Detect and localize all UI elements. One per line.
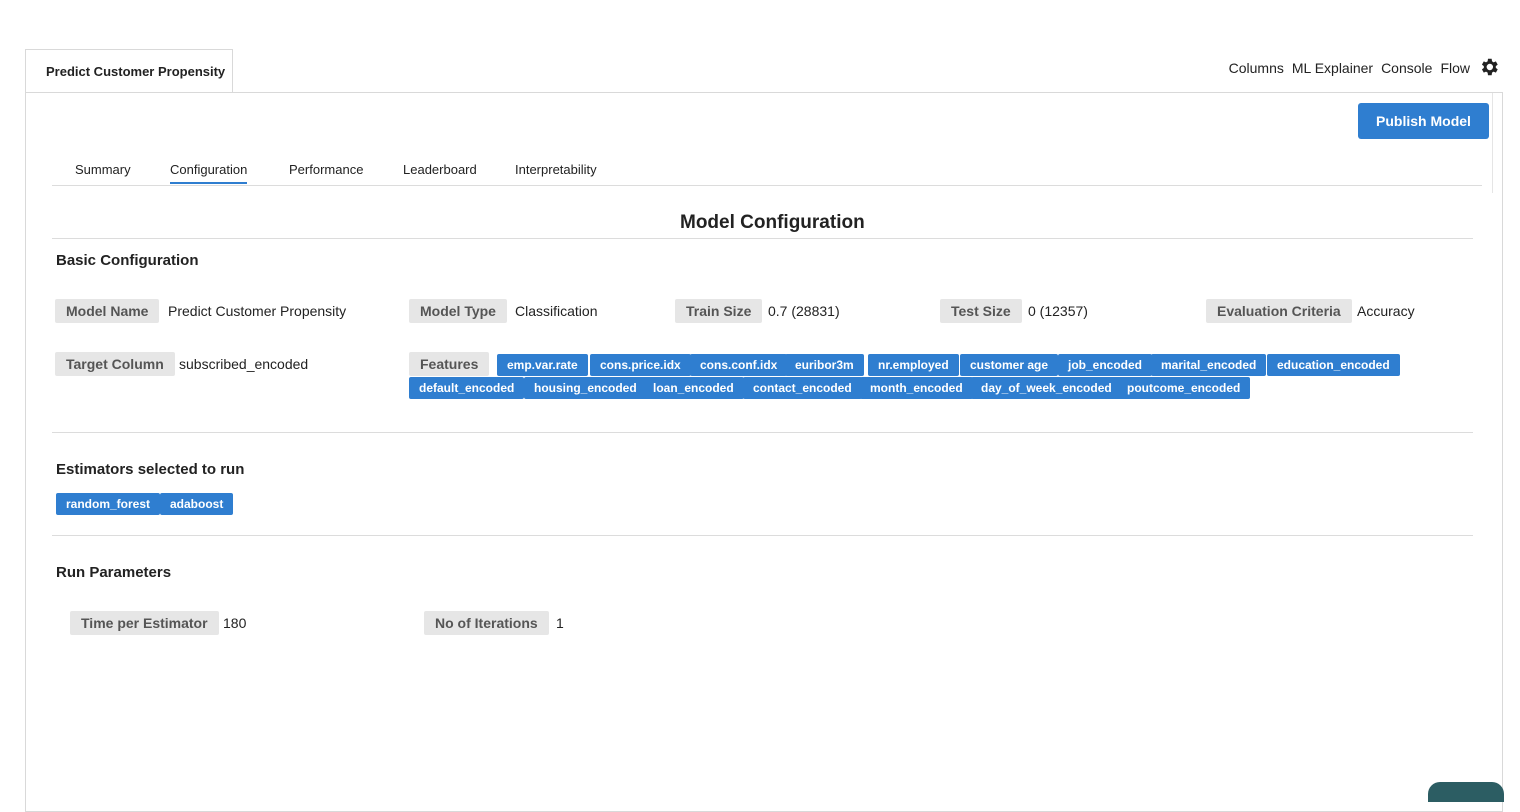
divider [52, 432, 1473, 433]
feature-tag: cons.price.idx [590, 354, 691, 376]
feature-tag: default_encoded [409, 377, 525, 399]
feature-tag: day_of_week_encoded [971, 377, 1122, 399]
feature-tag: education_encoded [1267, 354, 1400, 376]
tab-summary[interactable]: Summary [75, 162, 131, 177]
no-of-iterations-value: 1 [556, 615, 564, 631]
page-title: Model Configuration [680, 212, 865, 233]
time-per-estimator-label: Time per Estimator [70, 611, 219, 635]
train-size-label: Train Size [675, 299, 763, 323]
publish-model-button[interactable]: Publish Model [1358, 103, 1489, 139]
test-size-label: Test Size [940, 299, 1022, 323]
link-ml-explainer[interactable]: ML Explainer [1292, 60, 1373, 76]
model-type-value: Classification [515, 303, 598, 319]
chat-widget-button[interactable] [1428, 782, 1504, 802]
link-columns[interactable]: Columns [1229, 60, 1284, 76]
feature-tag: nr.employed [868, 354, 959, 376]
estimator-tag: random_forest [56, 493, 161, 515]
feature-tag: month_encoded [860, 377, 973, 399]
evaluation-criteria-value: Accuracy [1357, 303, 1415, 319]
link-console[interactable]: Console [1381, 60, 1432, 76]
target-column-value: subscribed_encoded [179, 356, 309, 372]
feature-tag: loan_encoded [643, 377, 744, 399]
feature-tag: contact_encoded [743, 377, 862, 399]
top-links: Columns ML Explainer Console Flow [1229, 60, 1470, 76]
main-panel [25, 92, 1503, 812]
feature-tag: housing_encoded [524, 377, 647, 399]
feature-tag: marital_encoded [1151, 354, 1267, 376]
evaluation-criteria-label: Evaluation Criteria [1206, 299, 1352, 323]
page-tab-predict-customer-propensity[interactable]: Predict Customer Propensity [25, 49, 233, 92]
gear-icon[interactable] [1478, 56, 1500, 78]
feature-tag: cons.conf.idx [690, 354, 788, 376]
model-type-label: Model Type [409, 299, 507, 323]
test-size-value: 0 (12357) [1028, 303, 1088, 319]
feature-tag: poutcome_encoded [1117, 377, 1251, 399]
model-name-label: Model Name [55, 299, 160, 323]
run-parameters-heading: Run Parameters [56, 564, 172, 581]
divider [52, 535, 1473, 536]
link-flow[interactable]: Flow [1440, 60, 1470, 76]
tab-performance[interactable]: Performance [289, 162, 363, 177]
feature-tag: euribor3m [785, 354, 864, 376]
tab-interpretability[interactable]: Interpretability [515, 162, 597, 177]
features-label: Features [409, 352, 490, 376]
train-size-value: 0.7 (28831) [768, 303, 840, 319]
target-column-label: Target Column [55, 352, 175, 376]
subtab-bar: Summary Configuration Performance Leader… [52, 155, 1482, 186]
tab-leaderboard[interactable]: Leaderboard [403, 162, 477, 177]
feature-tag: customer age [960, 354, 1059, 376]
basic-config-heading: Basic Configuration [56, 252, 199, 269]
time-per-estimator-value: 180 [223, 615, 247, 631]
tab-configuration[interactable]: Configuration [170, 162, 248, 184]
no-of-iterations-label: No of Iterations [424, 611, 549, 635]
feature-tag: job_encoded [1058, 354, 1153, 376]
divider [52, 238, 1473, 239]
estimator-tag: adaboost [160, 493, 234, 515]
model-name-value: Predict Customer Propensity [168, 303, 347, 319]
page-tab-label: Predict Customer Propensity [46, 64, 226, 79]
feature-tag: emp.var.rate [497, 354, 588, 376]
estimators-heading: Estimators selected to run [56, 461, 245, 478]
